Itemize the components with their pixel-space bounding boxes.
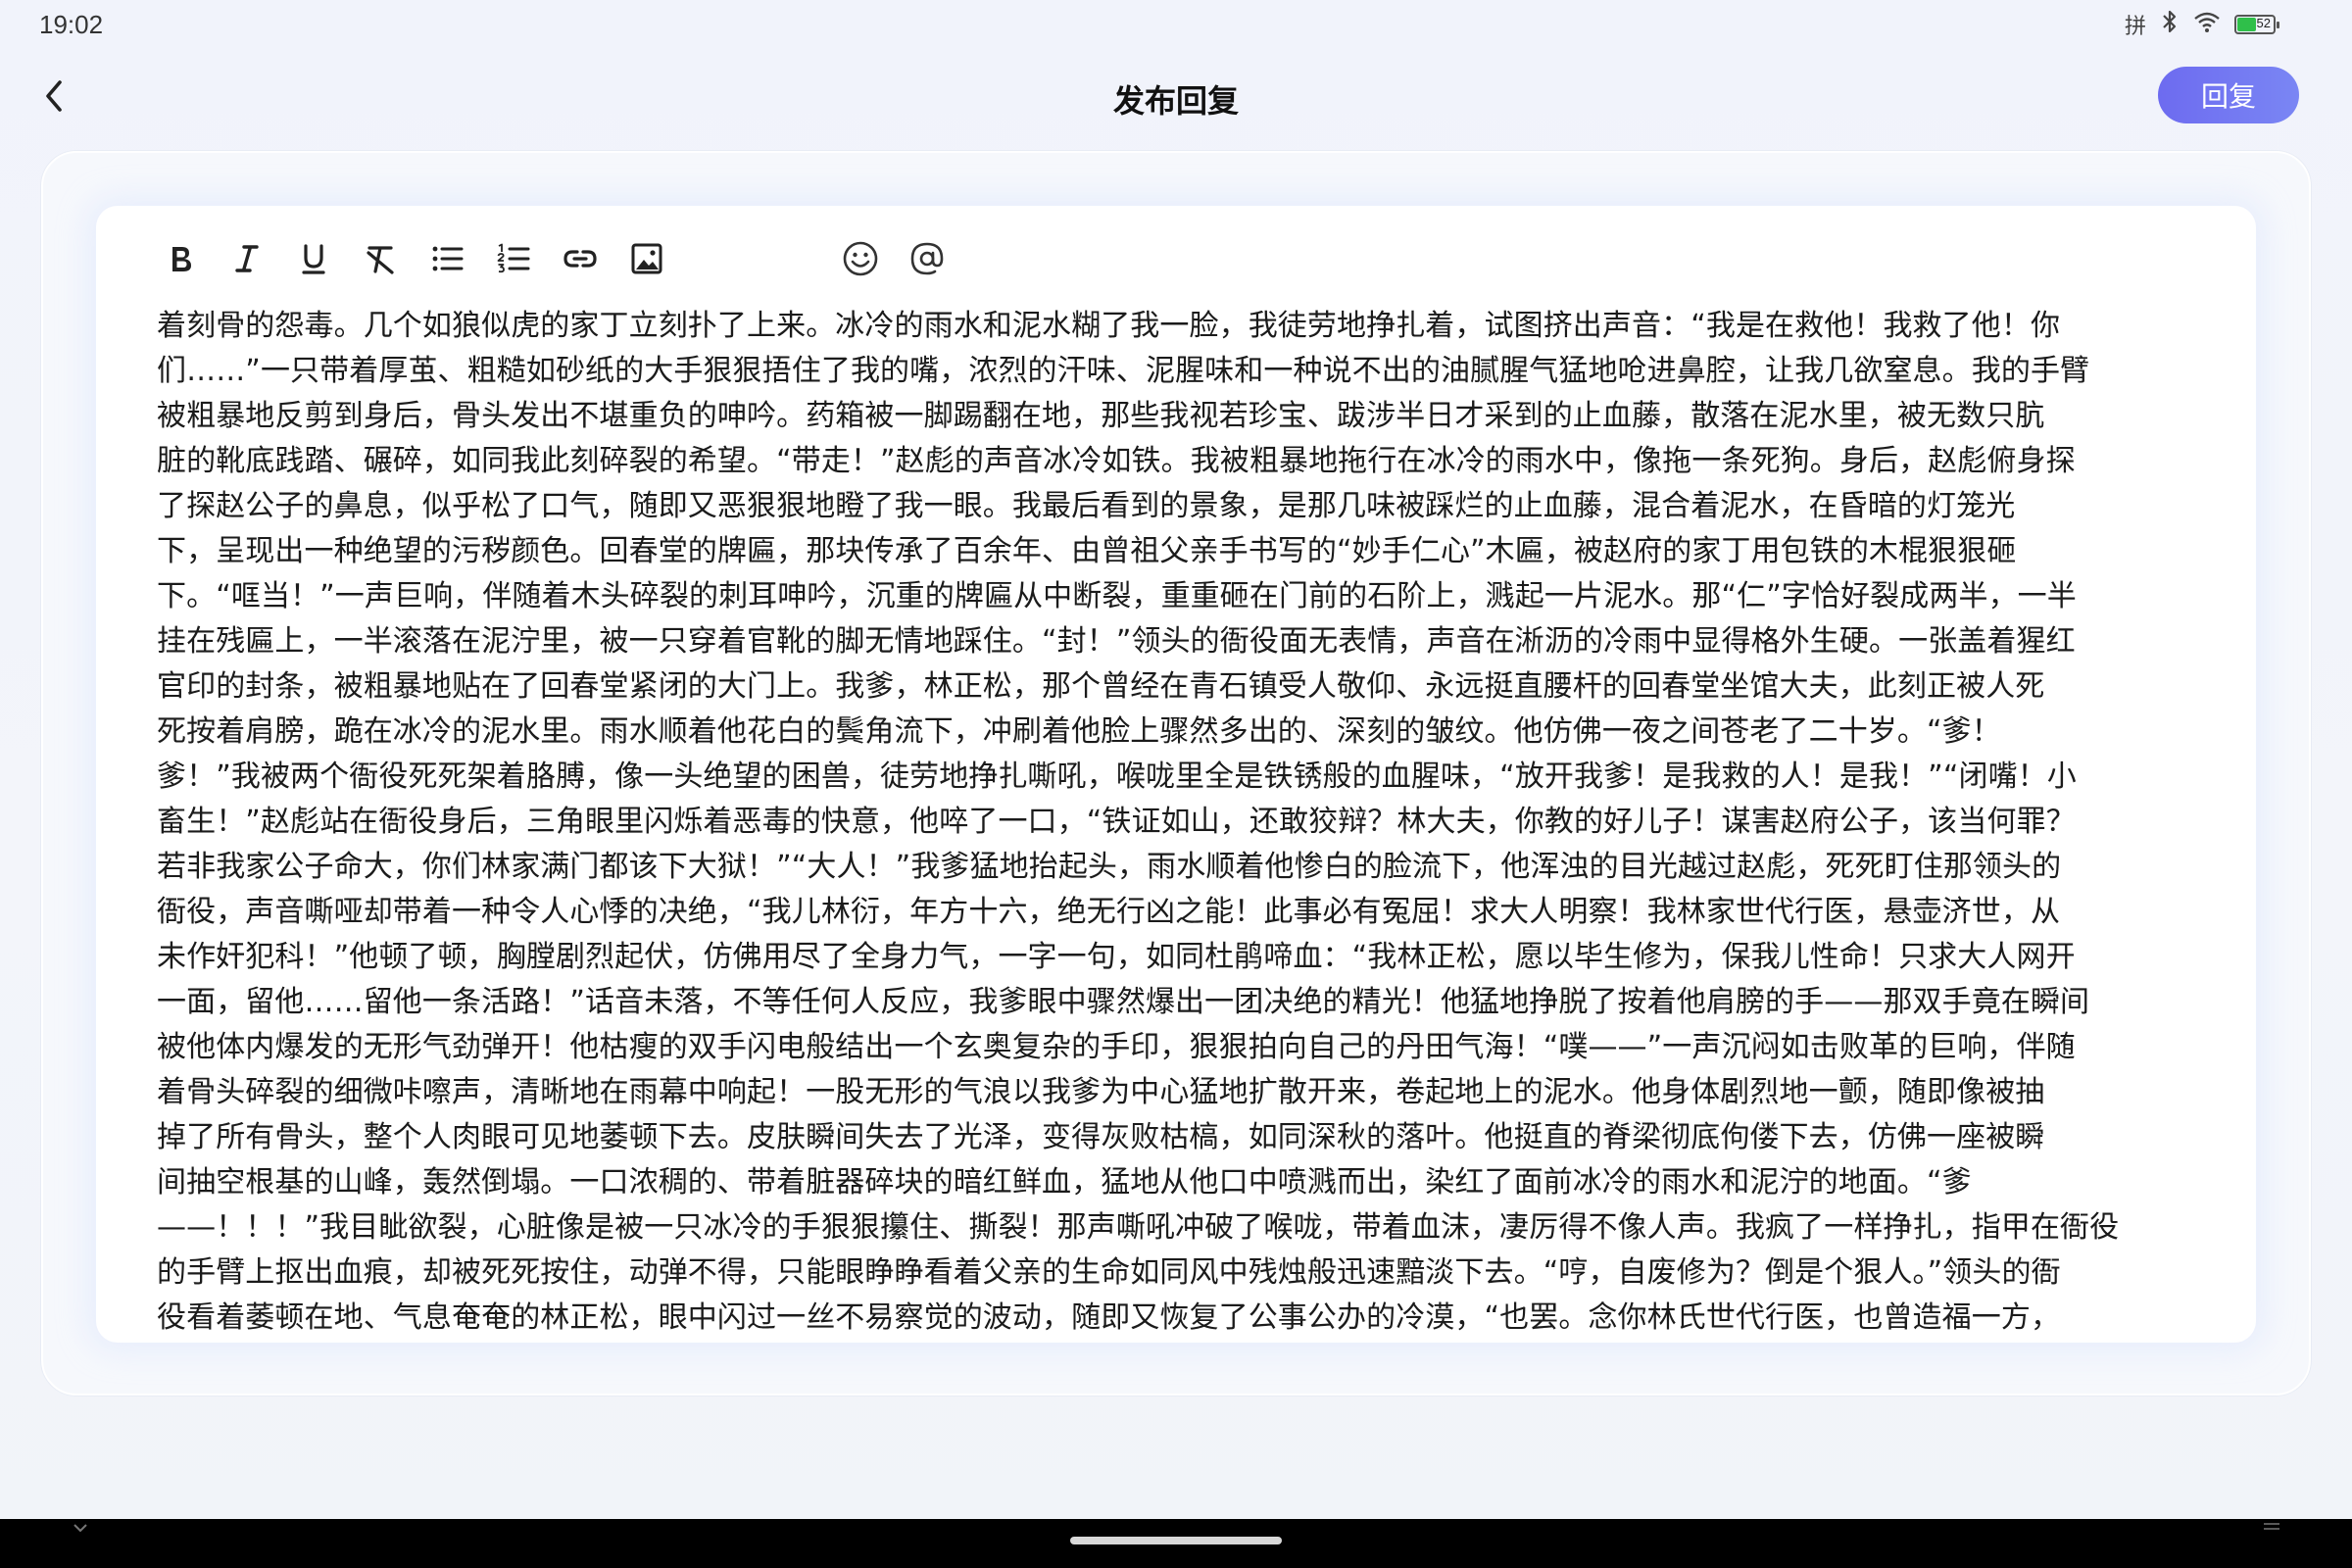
italic-button[interactable]: [223, 235, 270, 282]
numbered-list-button[interactable]: [490, 235, 537, 282]
text-line: 着骨头碎裂的细微咔嚓声，清晰地在雨幕中响起！一股无形的气浪以我爹为中心猛地扩散开…: [157, 1075, 2045, 1109]
text-line: 下。“哐当！”一声巨响，伴随着木头碎裂的刺耳呻吟，沉重的牌匾从中断裂，重重砸在门…: [157, 579, 2077, 613]
text-line: 一面，留他……留他一条活路！”话音未落，不等任何人反应，我爹眼中骤然爆出一团决绝…: [157, 985, 2090, 1019]
reply-content[interactable]: 着刻骨的怨毒。几个如狼似虎的家丁立刻扑了上来。冰冷的雨水和泥水糊了我一脸，我徒劳…: [157, 304, 2195, 1341]
text-line: 着刻骨的怨毒。几个如狼似虎的家丁立刻扑了上来。冰冷的雨水和泥水糊了我一脸，我徒劳…: [157, 309, 2061, 343]
bullet-list-button[interactable]: [423, 235, 470, 282]
text-line: 役看着萎顿在地、气息奄奄的林正松，眼中闪过一丝不易察觉的波动，随即又恢复了公事公…: [157, 1300, 2061, 1335]
numbered-list-icon: [497, 243, 530, 273]
at-sign-icon: [910, 242, 944, 275]
battery-level: 52: [2256, 16, 2271, 30]
bluetooth-icon: [2160, 9, 2180, 40]
text-line: 爹！”我被两个衙役死死架着胳膊，像一头绝望的困兽，徒劳地挣扎嘶吼，喉咙里全是铁锈…: [157, 760, 2077, 794]
rich-text-editor[interactable]: 着刻骨的怨毒。几个如狼似虎的家丁立刻扑了上来。冰冷的雨水和泥水糊了我一脸，我徒劳…: [96, 206, 2256, 1343]
text-line: 了探赵公子的鼻息，似乎松了口气，随即又恶狠狠地瞪了我一眼。我最后看到的景象，是那…: [157, 489, 2016, 523]
image-icon: [631, 243, 662, 274]
text-line: 官印的封条，被粗暴地贴在了回春堂紧闭的大门上。我爹，林正松，那个曾经在青石镇受人…: [157, 669, 2045, 704]
text-line: 被他体内爆发的无形气劲弹开！他枯瘦的双手闪电般结出一个玄奥复杂的手印，狠狠拍向自…: [157, 1030, 2076, 1064]
text-line: 死按着肩膀，跪在冰冷的泥水里。雨水顺着他花白的鬓角流下，冲刷着他脸上骤然多出的、…: [157, 714, 2001, 749]
text-line: ——！！！”我目眦欲裂，心脏像是被一只冰冷的手狠狠攥住、撕裂！那声嘶吼冲破了喉咙…: [157, 1210, 2120, 1245]
emoji-button[interactable]: [837, 235, 884, 282]
bullet-list-icon: [432, 246, 464, 271]
emoji-icon: [843, 241, 878, 276]
keyboard-icon[interactable]: [2260, 1521, 2283, 1541]
input-method-indicator: 拼: [2124, 15, 2146, 39]
nav-bar: 发布回复 回复: [0, 49, 2352, 147]
text-line: 未作奸犯科！”他顿了顿，胸膛剧烈起伏，仿佛用尽了全身力气，一字一句，如同杜鹃啼血…: [157, 940, 2076, 974]
text-line: 畜生！”赵彪站在衙役身后，三角眼里闪烁着恶毒的快意，他啐了一口，“铁证如山，还敢…: [157, 805, 2076, 839]
wifi-icon: [2193, 10, 2221, 39]
home-indicator[interactable]: [1070, 1537, 1282, 1544]
system-nav-bar: [0, 1519, 2352, 1568]
link-button[interactable]: [557, 235, 604, 282]
text-line: 掉了所有骨头，整个人肉眼可见地萎顿下去。皮肤瞬间失去了光泽，变得灰败枯槁，如同深…: [157, 1120, 2045, 1154]
text-line: 衙役，声音嘶哑却带着一种令人心悸的决绝，“我儿林衍，年方十六，绝无行凶之能！此事…: [157, 895, 2061, 929]
text-line: 若非我家公子命大，你们林家满门都该下大狱！”“大人！”我爹猛地抬起头，雨水顺着他…: [157, 850, 2062, 884]
battery-icon: 52: [2234, 15, 2279, 34]
italic-icon: [235, 245, 259, 272]
status-time: 19:02: [39, 10, 104, 39]
clear-format-button[interactable]: [357, 235, 404, 282]
battery-fill: [2237, 18, 2256, 31]
underline-button[interactable]: [290, 235, 337, 282]
text-line: 们……”一只带着厚茧、粗糙如砂纸的大手狠狠捂住了我的嘴，浓烈的汗味、泥腥味和一种…: [157, 354, 2090, 388]
text-line: 挂在残匾上，一半滚落在泥泞里，被一只穿着官靴的脚无情地踩住。“封！”领头的衙役面…: [157, 624, 2076, 659]
text-line: 下，呈现出一种绝望的污秽颜色。回春堂的牌匾，那块传承了百余年、由曾祖父亲手书写的…: [157, 534, 2017, 568]
page-title: 发布回复: [1112, 82, 1239, 120]
status-bar: 19:02 拼 52: [0, 0, 2352, 49]
format-toolbar: [157, 231, 970, 286]
link-icon: [564, 250, 597, 268]
text-line: 的手臂上抠出血痕，却被死死按住，动弹不得，只能眼睁睁看着父亲的生命如同风中残烛般…: [157, 1255, 2061, 1290]
bold-icon: [172, 247, 191, 271]
text-line: 被粗暴地反剪到身后，骨头发出不堪重负的呻吟。药箱被一脚踢翻在地，那些我视若珍宝、…: [157, 399, 2045, 433]
image-button[interactable]: [623, 235, 670, 282]
mention-button[interactable]: [904, 235, 951, 282]
status-icons: 拼 52: [2124, 9, 2279, 40]
clear-format-icon: [367, 246, 394, 274]
keyboard-toggle-icon[interactable]: [69, 1521, 92, 1541]
text-line: 间抽空根基的山峰，轰然倒塌。一口浓稠的、带着脏器碎块的暗红鲜血，猛地从他口中喷溅…: [157, 1165, 1972, 1200]
underline-icon: [302, 244, 325, 274]
text-line: 脏的靴底践踏、碾碎，如同我此刻碎裂的希望。“带走！”赵彪的声音冰冷如铁。我被粗暴…: [157, 444, 2076, 478]
bold-button[interactable]: [157, 235, 204, 282]
reply-button[interactable]: 回复: [2158, 67, 2299, 123]
